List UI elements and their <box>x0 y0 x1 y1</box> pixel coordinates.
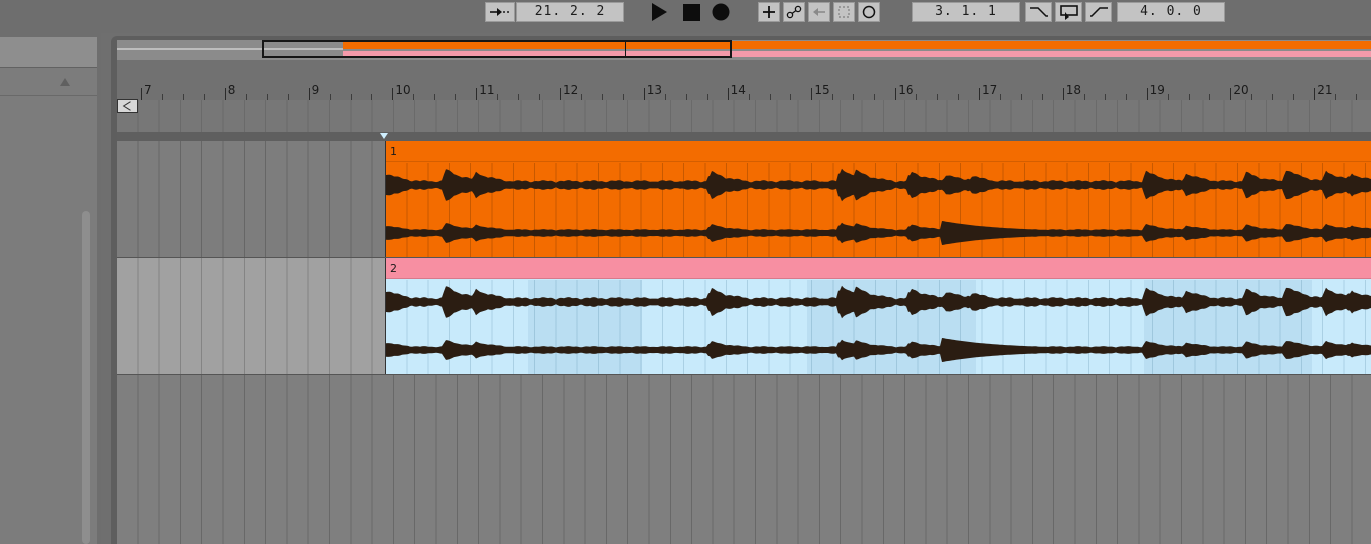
arrow-right-dash-icon <box>490 8 509 16</box>
clip-waveform-area[interactable] <box>386 163 1371 257</box>
empty-track-area[interactable] <box>117 375 1371 544</box>
add-automation-button[interactable] <box>758 2 780 22</box>
ruler-bar-tick <box>1062 88 1064 100</box>
beat-time-ruler[interactable]: 7 8 9 10 11 12 13 14 15 16 17 18 19 20 21 <box>117 60 1371 100</box>
left-panel <box>0 33 101 544</box>
ruler-bar-label: 19 <box>1149 83 1165 97</box>
ruler-bar-label: 20 <box>1233 83 1249 97</box>
punch-button[interactable] <box>833 2 855 22</box>
ruler-bar-tick <box>895 88 897 100</box>
ruler-bar-label: 14 <box>730 83 746 97</box>
record-button[interactable] <box>710 1 732 23</box>
waveform-channel <box>386 338 1371 362</box>
left-panel-header <box>0 37 97 68</box>
back-to-arrangement-button[interactable] <box>808 2 830 22</box>
waveform-channel <box>386 221 1371 245</box>
loop-start-display[interactable]: 3. 1. 1 <box>912 2 1020 22</box>
waveform-channel <box>386 168 1371 202</box>
automation-icon <box>786 5 802 19</box>
stop-icon <box>682 3 700 21</box>
overview-playhead <box>625 42 626 56</box>
ruler-bar-tick <box>392 88 394 100</box>
left-panel-subheader <box>0 68 97 96</box>
ruler-bar-label: 7 <box>144 83 152 97</box>
ruler-bar-label: 9 <box>311 83 320 97</box>
waveform <box>386 285 1371 362</box>
ruler-bar-label: 15 <box>814 83 830 97</box>
ruler-bar-label: 8 <box>227 83 236 97</box>
loop-record-button[interactable] <box>858 2 880 22</box>
audio-clip-2[interactable]: 2 <box>385 258 1371 374</box>
clip-title[interactable]: 2 <box>386 258 1371 279</box>
punch-in-button[interactable] <box>1025 2 1052 22</box>
grid-lines <box>117 375 1371 544</box>
ruler-bar-label: 17 <box>982 83 998 97</box>
ruler-bar-tick <box>224 88 226 100</box>
record-icon <box>712 3 730 21</box>
ruler-bar-tick <box>643 88 645 100</box>
transport-bar: 21. 2. 2 3. 1. 1 4. 0. 0 <box>0 0 1371 33</box>
start-marker-triangle[interactable] <box>380 133 388 139</box>
arrangement-overview[interactable] <box>117 40 1371 60</box>
loop-brace-left-icon[interactable] <box>117 99 138 113</box>
punch-out-button[interactable] <box>1085 2 1112 22</box>
overview-visible-range[interactable] <box>262 40 732 58</box>
plus-icon <box>763 6 775 18</box>
audio-clip-1[interactable]: 1 <box>385 141 1371 257</box>
ruler-bar-label: 10 <box>395 83 411 97</box>
clip-waveform-area[interactable] <box>386 280 1371 374</box>
ruler-bar-tick <box>1230 88 1232 100</box>
punch-icon <box>838 6 850 18</box>
punch-out-icon <box>1089 7 1108 17</box>
ruler-bar-tick <box>811 88 813 100</box>
loop-switch-button[interactable] <box>1055 2 1082 22</box>
ruler-bar-tick <box>1314 88 1316 100</box>
locator-lane[interactable] <box>117 100 1371 132</box>
ruler-divider <box>117 132 1371 141</box>
ruler-bar-tick <box>308 88 310 100</box>
ruler-bar-tick <box>141 88 142 100</box>
ruler-bar-tick <box>727 88 729 100</box>
play-button[interactable] <box>648 1 670 23</box>
ruler-bar-label: 12 <box>563 83 579 97</box>
ruler-bar-label: 21 <box>1317 83 1333 97</box>
ruler-bar-tick <box>560 88 561 100</box>
loop-length-display[interactable]: 4. 0. 0 <box>1117 2 1225 22</box>
waveform-channel <box>386 285 1371 319</box>
punch-in-icon <box>1029 7 1048 17</box>
song-position-display[interactable]: 21. 2. 2 <box>516 2 624 22</box>
loop-icon <box>1059 5 1078 20</box>
follow-button[interactable] <box>485 2 515 22</box>
circle-icon <box>862 5 876 19</box>
ruler-bar-tick <box>476 88 478 100</box>
waveform <box>386 168 1371 245</box>
ruler-bar-tick <box>1146 88 1148 100</box>
ruler-bar-label: 11 <box>479 83 495 97</box>
clip-title[interactable]: 1 <box>386 141 1371 162</box>
ruler-bar-label: 13 <box>646 83 663 97</box>
ruler-bar-tick <box>979 88 980 100</box>
back-arrow-icon <box>813 8 825 16</box>
ruler-bar-label: 18 <box>1065 83 1082 97</box>
play-icon <box>652 3 667 21</box>
ruler-bar-label: 16 <box>898 83 914 97</box>
stop-button[interactable] <box>680 1 702 23</box>
left-scrollbar[interactable] <box>82 211 90 544</box>
triangle-up-icon[interactable] <box>58 75 72 89</box>
automation-arm-button[interactable] <box>783 2 805 22</box>
